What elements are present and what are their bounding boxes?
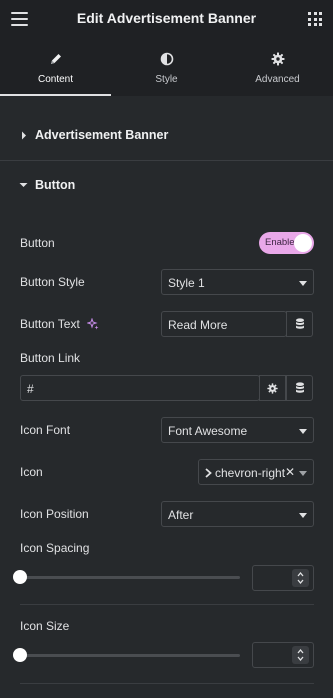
button-text-label: Button Text: [20, 317, 80, 331]
panel-tabs: Content Style Advanced: [0, 38, 333, 96]
icon-select-value: chevron-right: [215, 466, 286, 480]
tab-style[interactable]: Style: [111, 38, 222, 96]
switch-knob: [294, 234, 312, 252]
button-link-label: Button Link: [20, 351, 81, 365]
pencil-icon: [50, 54, 61, 64]
panel-title: Edit Advertisement Banner: [76, 10, 257, 26]
button-text-dynamic-button[interactable]: [286, 311, 313, 337]
icon-font-label: Icon Font: [20, 423, 71, 437]
button-link-input[interactable]: #: [20, 375, 260, 401]
control-divider: [20, 604, 314, 605]
chevron-up-icon: [297, 649, 304, 654]
link-options-button[interactable]: [259, 375, 286, 401]
clear-icon-button[interactable]: ✕: [285, 465, 298, 479]
icon-font-value: Font Awesome: [168, 424, 248, 438]
control-divider: [20, 683, 314, 684]
button-text-value: Read More: [168, 318, 228, 332]
chevron-up-icon: [297, 572, 304, 577]
icon-spacing-number-input[interactable]: [252, 565, 314, 591]
icon-select-value-wrap: chevron-right: [205, 466, 285, 480]
button-style-select[interactable]: Style 1: [161, 269, 314, 295]
icon-size-stepper[interactable]: [292, 646, 309, 664]
chevron-down-icon: [299, 429, 307, 434]
icon-select[interactable]: chevron-right ✕: [198, 459, 314, 485]
button-text-input[interactable]: Read More: [161, 311, 287, 337]
apps-grid-icon[interactable]: [308, 12, 322, 26]
icon-size-number-input[interactable]: [252, 642, 314, 668]
section-advertisement-banner-label: Advertisement Banner: [35, 128, 169, 142]
chevron-down-icon: [297, 579, 304, 584]
icon-position-select[interactable]: After: [161, 501, 314, 527]
chevron-right-icon: [205, 468, 212, 478]
icon-size-slider-handle[interactable]: [13, 648, 27, 662]
chevron-down-icon: [299, 281, 307, 286]
icon-size-label: Icon Size: [20, 619, 70, 633]
icon-position-value: After: [168, 508, 194, 522]
chevron-down-icon: [297, 656, 304, 661]
button-link-dynamic-button[interactable]: [286, 375, 313, 401]
caret-right-icon: [22, 131, 26, 140]
database-icon: [295, 382, 304, 393]
icon-spacing-label: Icon Spacing: [20, 541, 90, 555]
icon-spacing-slider-track[interactable]: [20, 576, 240, 579]
button-enable-switch[interactable]: Enable: [259, 232, 314, 254]
button-style-label: Button Style: [20, 275, 85, 289]
button-style-value: Style 1: [168, 276, 205, 290]
icon-spacing-stepper[interactable]: [292, 569, 309, 587]
icon-font-select[interactable]: Font Awesome: [161, 417, 314, 443]
switch-state-text: Enable: [265, 237, 295, 248]
database-icon: [295, 318, 304, 329]
button-text-label-wrap: Button Text: [20, 317, 99, 331]
section-button[interactable]: Button: [0, 161, 333, 211]
icon-position-label: Icon Position: [20, 507, 89, 521]
tab-style-label: Style: [155, 74, 178, 85]
section-button-label: Button: [35, 178, 76, 192]
tab-advanced[interactable]: Advanced: [222, 38, 333, 96]
icon-size-slider-track[interactable]: [20, 654, 240, 657]
ai-sparkle-icon[interactable]: [86, 317, 99, 330]
icon-label: Icon: [20, 465, 43, 479]
chevron-down-icon: [299, 471, 307, 476]
gear-icon: [271, 52, 284, 66]
gear-icon: [267, 382, 278, 394]
tab-content-label: Content: [37, 74, 74, 85]
caret-down-icon: [19, 183, 28, 187]
button-link-value: #: [27, 382, 34, 396]
button-toggle-label: Button: [20, 236, 55, 250]
panel-header: Edit Advertisement Banner: [0, 0, 333, 38]
half-circle-icon: [160, 52, 173, 66]
tab-advanced-label: Advanced: [255, 74, 300, 85]
tab-content[interactable]: Content: [0, 38, 111, 96]
section-advertisement-banner[interactable]: Advertisement Banner: [0, 111, 333, 161]
chevron-down-icon: [299, 513, 307, 518]
icon-spacing-slider-handle[interactable]: [13, 570, 27, 584]
